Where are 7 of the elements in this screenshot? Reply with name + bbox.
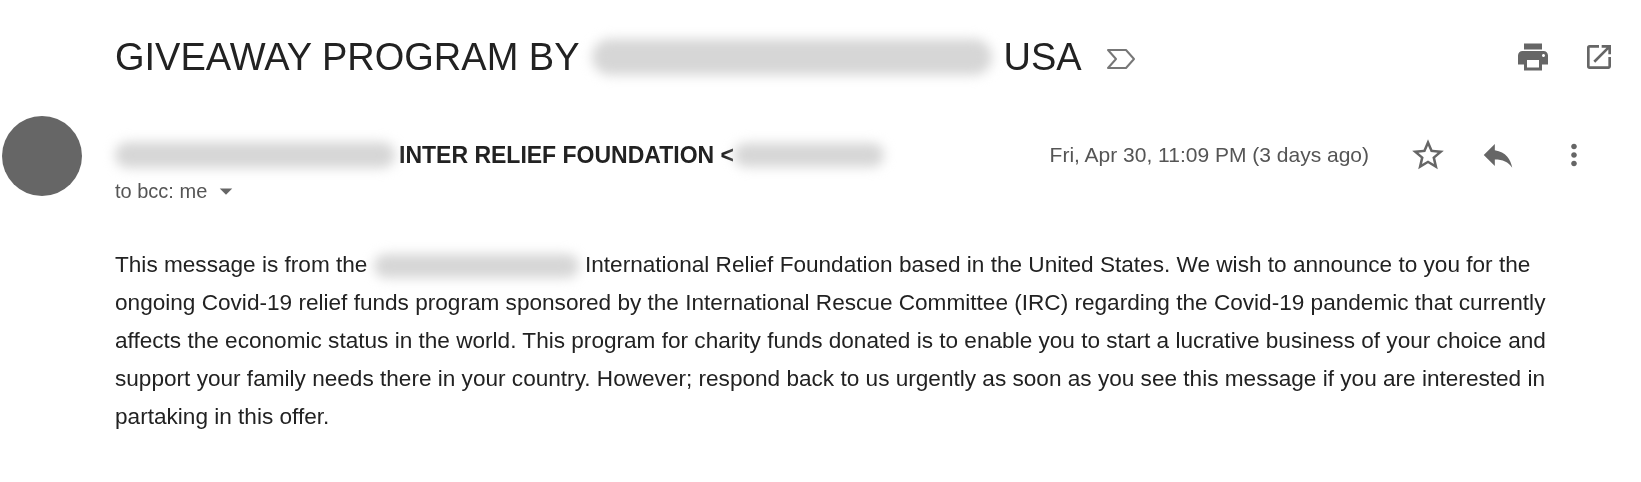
sender-name: INTER RELIEF FOUNDATION < [399,140,734,170]
email-subject: USA [1003,34,1082,80]
recipient-label: to bcc: me [115,179,208,204]
email-subject: GIVEAWAY PROGRAM BY [115,34,580,80]
message-text: This message is from the International Relief Foundation based in the United States. We wish to announce to you for the ongoing Covid-19 relief funds program sponsored by the International Rescue Committee (IRC) regarding the Covid-19 pandemic that currently affects the economic status in the world. This program for charity funds donated is to enable you to start a lucrative business of your choice and support your family needs there in your country. However; respond back to us urgently as soon as you see this message if you are interested in partaking in this offer. [115,251,1547,431]
importance-marker-icon[interactable] [1105,48,1136,70]
email-date: Fri, Apr 30, 11:09 PM (3 days ago) [1049,142,1369,169]
